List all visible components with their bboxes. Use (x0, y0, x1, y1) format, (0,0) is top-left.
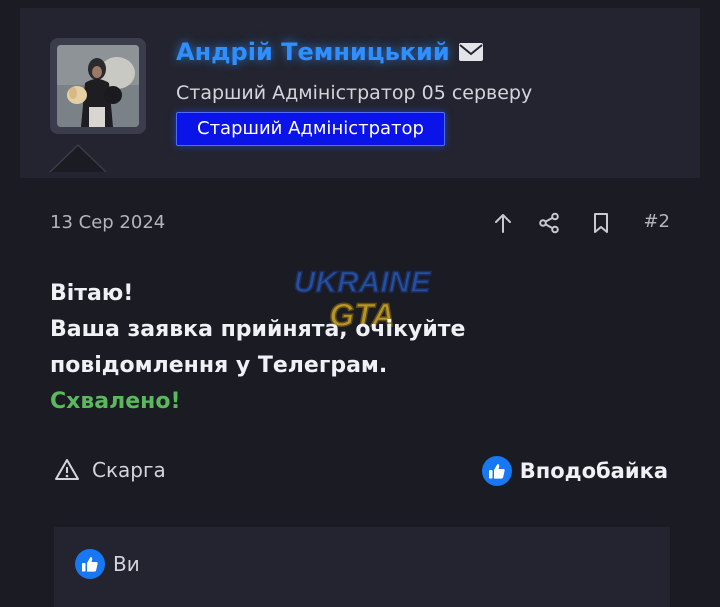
username-row: Андрій Темницький (176, 38, 484, 66)
report-label: Скарга (92, 458, 166, 482)
avatar[interactable] (50, 38, 146, 134)
post-line: Вітаю! (50, 281, 134, 306)
role-badge: Старший Адміністратор (176, 112, 445, 146)
mail-icon[interactable] (458, 42, 484, 62)
warning-icon (55, 459, 79, 480)
post-line: повідомлення у Телеграм. (50, 353, 388, 378)
reactions-bar: Ви (54, 527, 670, 607)
thumbs-up-icon (481, 456, 512, 486)
approved-status: Схвалено! (50, 389, 181, 414)
report-link[interactable]: Скарга (54, 458, 166, 482)
share-icon[interactable] (536, 210, 562, 236)
reactions-summary[interactable]: Ви (75, 549, 140, 579)
avatar-pointer-fill (51, 146, 105, 172)
like-label: Вподобайка (519, 459, 668, 483)
like-button[interactable]: Вподобайка (481, 456, 668, 486)
user-title: Старший Адміністратор 05 серверу (176, 82, 533, 104)
reactions-by: Ви (113, 552, 140, 576)
arrow-up-icon[interactable] (490, 210, 516, 236)
username-link[interactable]: Андрій Темницький (176, 38, 450, 66)
bookmark-icon[interactable] (588, 210, 614, 236)
post-body: Вітаю! Ваша заявка прийнята, очікуйте по… (50, 276, 465, 420)
post-number[interactable]: #2 (643, 211, 670, 232)
user-card: Андрій Темницький Старший Адміністратор … (20, 8, 700, 178)
thumbs-up-icon (75, 549, 105, 579)
post-line: Ваша заявка прийнята, очікуйте (50, 317, 466, 342)
post-date[interactable]: 13 Сер 2024 (50, 212, 165, 233)
avatar-image (57, 45, 139, 127)
